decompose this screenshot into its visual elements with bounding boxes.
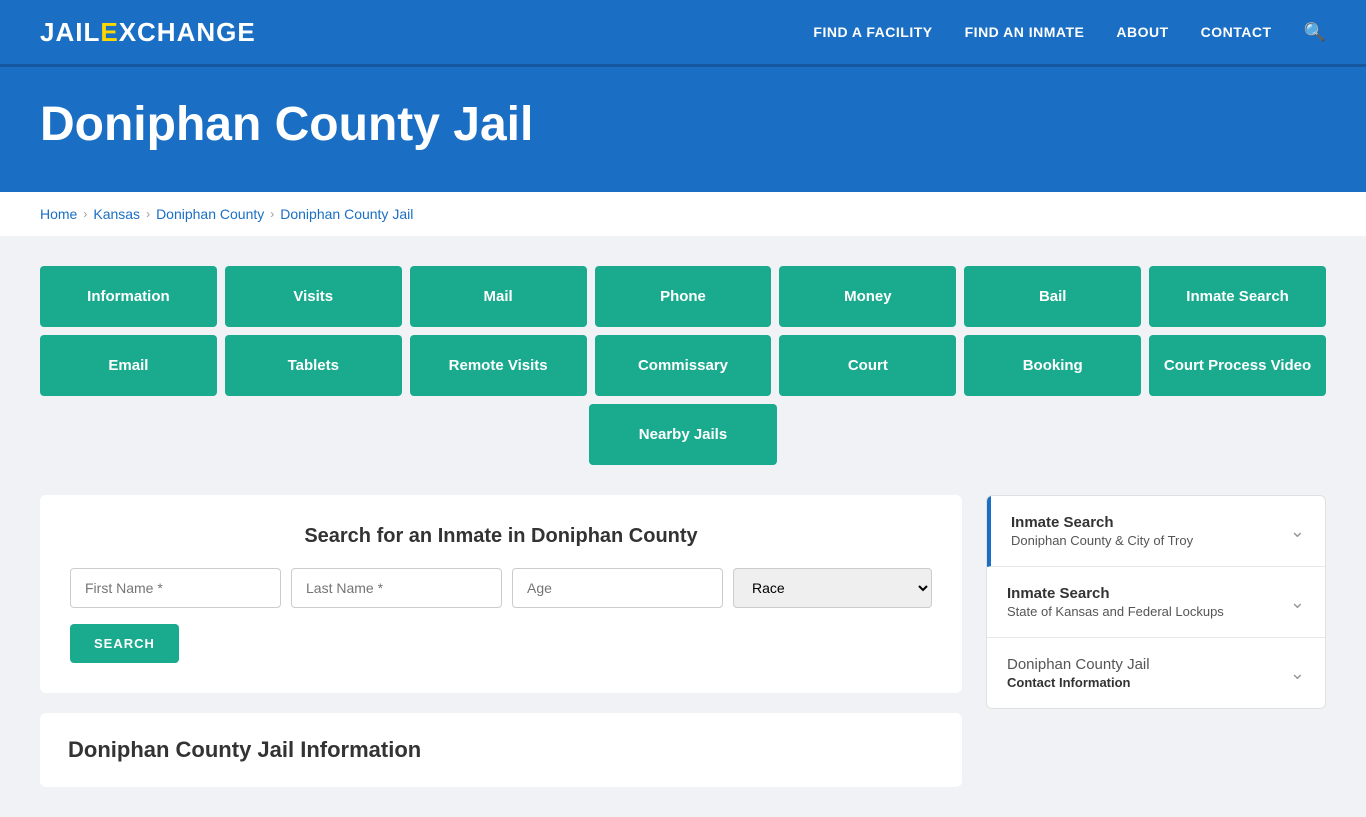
nav-contact[interactable]: CONTACT xyxy=(1201,24,1272,40)
info-panel: Doniphan County Jail Information xyxy=(40,713,962,787)
race-select[interactable]: Race xyxy=(733,568,932,608)
sidebar-item-text-0: Inmate Search Doniphan County & City of … xyxy=(1011,514,1193,548)
sidebar-card: Inmate Search Doniphan County & City of … xyxy=(986,495,1326,709)
btn-court[interactable]: Court xyxy=(779,335,956,396)
sidebar-subtext-0: Doniphan County & City of Troy xyxy=(1011,533,1193,548)
nav-find-facility[interactable]: FIND A FACILITY xyxy=(813,24,932,40)
btn-commissary[interactable]: Commissary xyxy=(595,335,772,396)
chevron-down-icon-2: ⌄ xyxy=(1290,663,1305,684)
btn-email[interactable]: Email xyxy=(40,335,217,396)
breadcrumb-sep-3: › xyxy=(270,207,274,221)
grid-row-1: Information Visits Mail Phone Money Bail… xyxy=(40,266,1326,327)
left-column: Search for an Inmate in Doniphan County … xyxy=(40,495,962,787)
sidebar-subtext-2: Contact Information xyxy=(1007,675,1150,690)
btn-visits[interactable]: Visits xyxy=(225,266,402,327)
sidebar-subtext-1: State of Kansas and Federal Lockups xyxy=(1007,604,1224,619)
btn-court-process-video[interactable]: Court Process Video xyxy=(1149,335,1326,396)
search-icon[interactable]: 🔍 xyxy=(1304,22,1326,43)
breadcrumb-sep-1: › xyxy=(83,207,87,221)
nav-about[interactable]: ABOUT xyxy=(1116,24,1168,40)
btn-booking[interactable]: Booking xyxy=(964,335,1141,396)
breadcrumb-current: Doniphan County Jail xyxy=(280,206,413,222)
page-title: Doniphan County Jail xyxy=(40,97,1326,152)
sidebar-item-2[interactable]: Doniphan County Jail Contact Information… xyxy=(987,638,1325,708)
main-area: Information Visits Mail Phone Money Bail… xyxy=(0,236,1366,817)
sidebar-heading-1: Inmate Search xyxy=(1007,585,1224,602)
sidebar-item-0[interactable]: Inmate Search Doniphan County & City of … xyxy=(987,496,1325,567)
sidebar-item-text-1: Inmate Search State of Kansas and Federa… xyxy=(1007,585,1224,619)
btn-mail[interactable]: Mail xyxy=(410,266,587,327)
btn-tablets[interactable]: Tablets xyxy=(225,335,402,396)
grid-row-2: Email Tablets Remote Visits Commissary C… xyxy=(40,335,1326,396)
navbar: JAILEXCHANGE FIND A FACILITY FIND AN INM… xyxy=(0,0,1366,64)
search-title: Search for an Inmate in Doniphan County xyxy=(70,525,932,548)
btn-bail[interactable]: Bail xyxy=(964,266,1141,327)
btn-nearby-jails[interactable]: Nearby Jails xyxy=(589,404,777,465)
breadcrumb-home[interactable]: Home xyxy=(40,206,77,222)
breadcrumb-doniphan-county[interactable]: Doniphan County xyxy=(156,206,264,222)
breadcrumb: Home › Kansas › Doniphan County › Doniph… xyxy=(0,192,1366,236)
btn-remote-visits[interactable]: Remote Visits xyxy=(410,335,587,396)
site-logo[interactable]: JAILEXCHANGE xyxy=(40,17,256,48)
sidebar: Inmate Search Doniphan County & City of … xyxy=(986,495,1326,709)
sidebar-heading-2: Doniphan County Jail xyxy=(1007,656,1150,673)
search-panel: Search for an Inmate in Doniphan County … xyxy=(40,495,962,693)
sidebar-heading-0: Inmate Search xyxy=(1011,514,1193,531)
chevron-down-icon-0: ⌄ xyxy=(1290,521,1305,542)
chevron-down-icon-1: ⌄ xyxy=(1290,592,1305,613)
sidebar-item-text-2: Doniphan County Jail Contact Information xyxy=(1007,656,1150,690)
btn-phone[interactable]: Phone xyxy=(595,266,772,327)
search-button[interactable]: SEARCH xyxy=(70,624,179,663)
last-name-input[interactable] xyxy=(291,568,502,608)
age-input[interactable] xyxy=(512,568,723,608)
grid-row-3: Nearby Jails xyxy=(40,404,1326,465)
nav-links: FIND A FACILITY FIND AN INMATE ABOUT CON… xyxy=(813,22,1326,43)
sidebar-item-1[interactable]: Inmate Search State of Kansas and Federa… xyxy=(987,567,1325,638)
btn-inmate-search[interactable]: Inmate Search xyxy=(1149,266,1326,327)
first-name-input[interactable] xyxy=(70,568,281,608)
btn-information[interactable]: Information xyxy=(40,266,217,327)
hero-section: Doniphan County Jail xyxy=(0,67,1366,192)
search-fields: Race xyxy=(70,568,932,608)
info-title: Doniphan County Jail Information xyxy=(68,737,934,763)
breadcrumb-kansas[interactable]: Kansas xyxy=(93,206,140,222)
lower-section: Search for an Inmate in Doniphan County … xyxy=(40,495,1326,787)
nav-find-inmate[interactable]: FIND AN INMATE xyxy=(965,24,1085,40)
btn-money[interactable]: Money xyxy=(779,266,956,327)
breadcrumb-sep-2: › xyxy=(146,207,150,221)
